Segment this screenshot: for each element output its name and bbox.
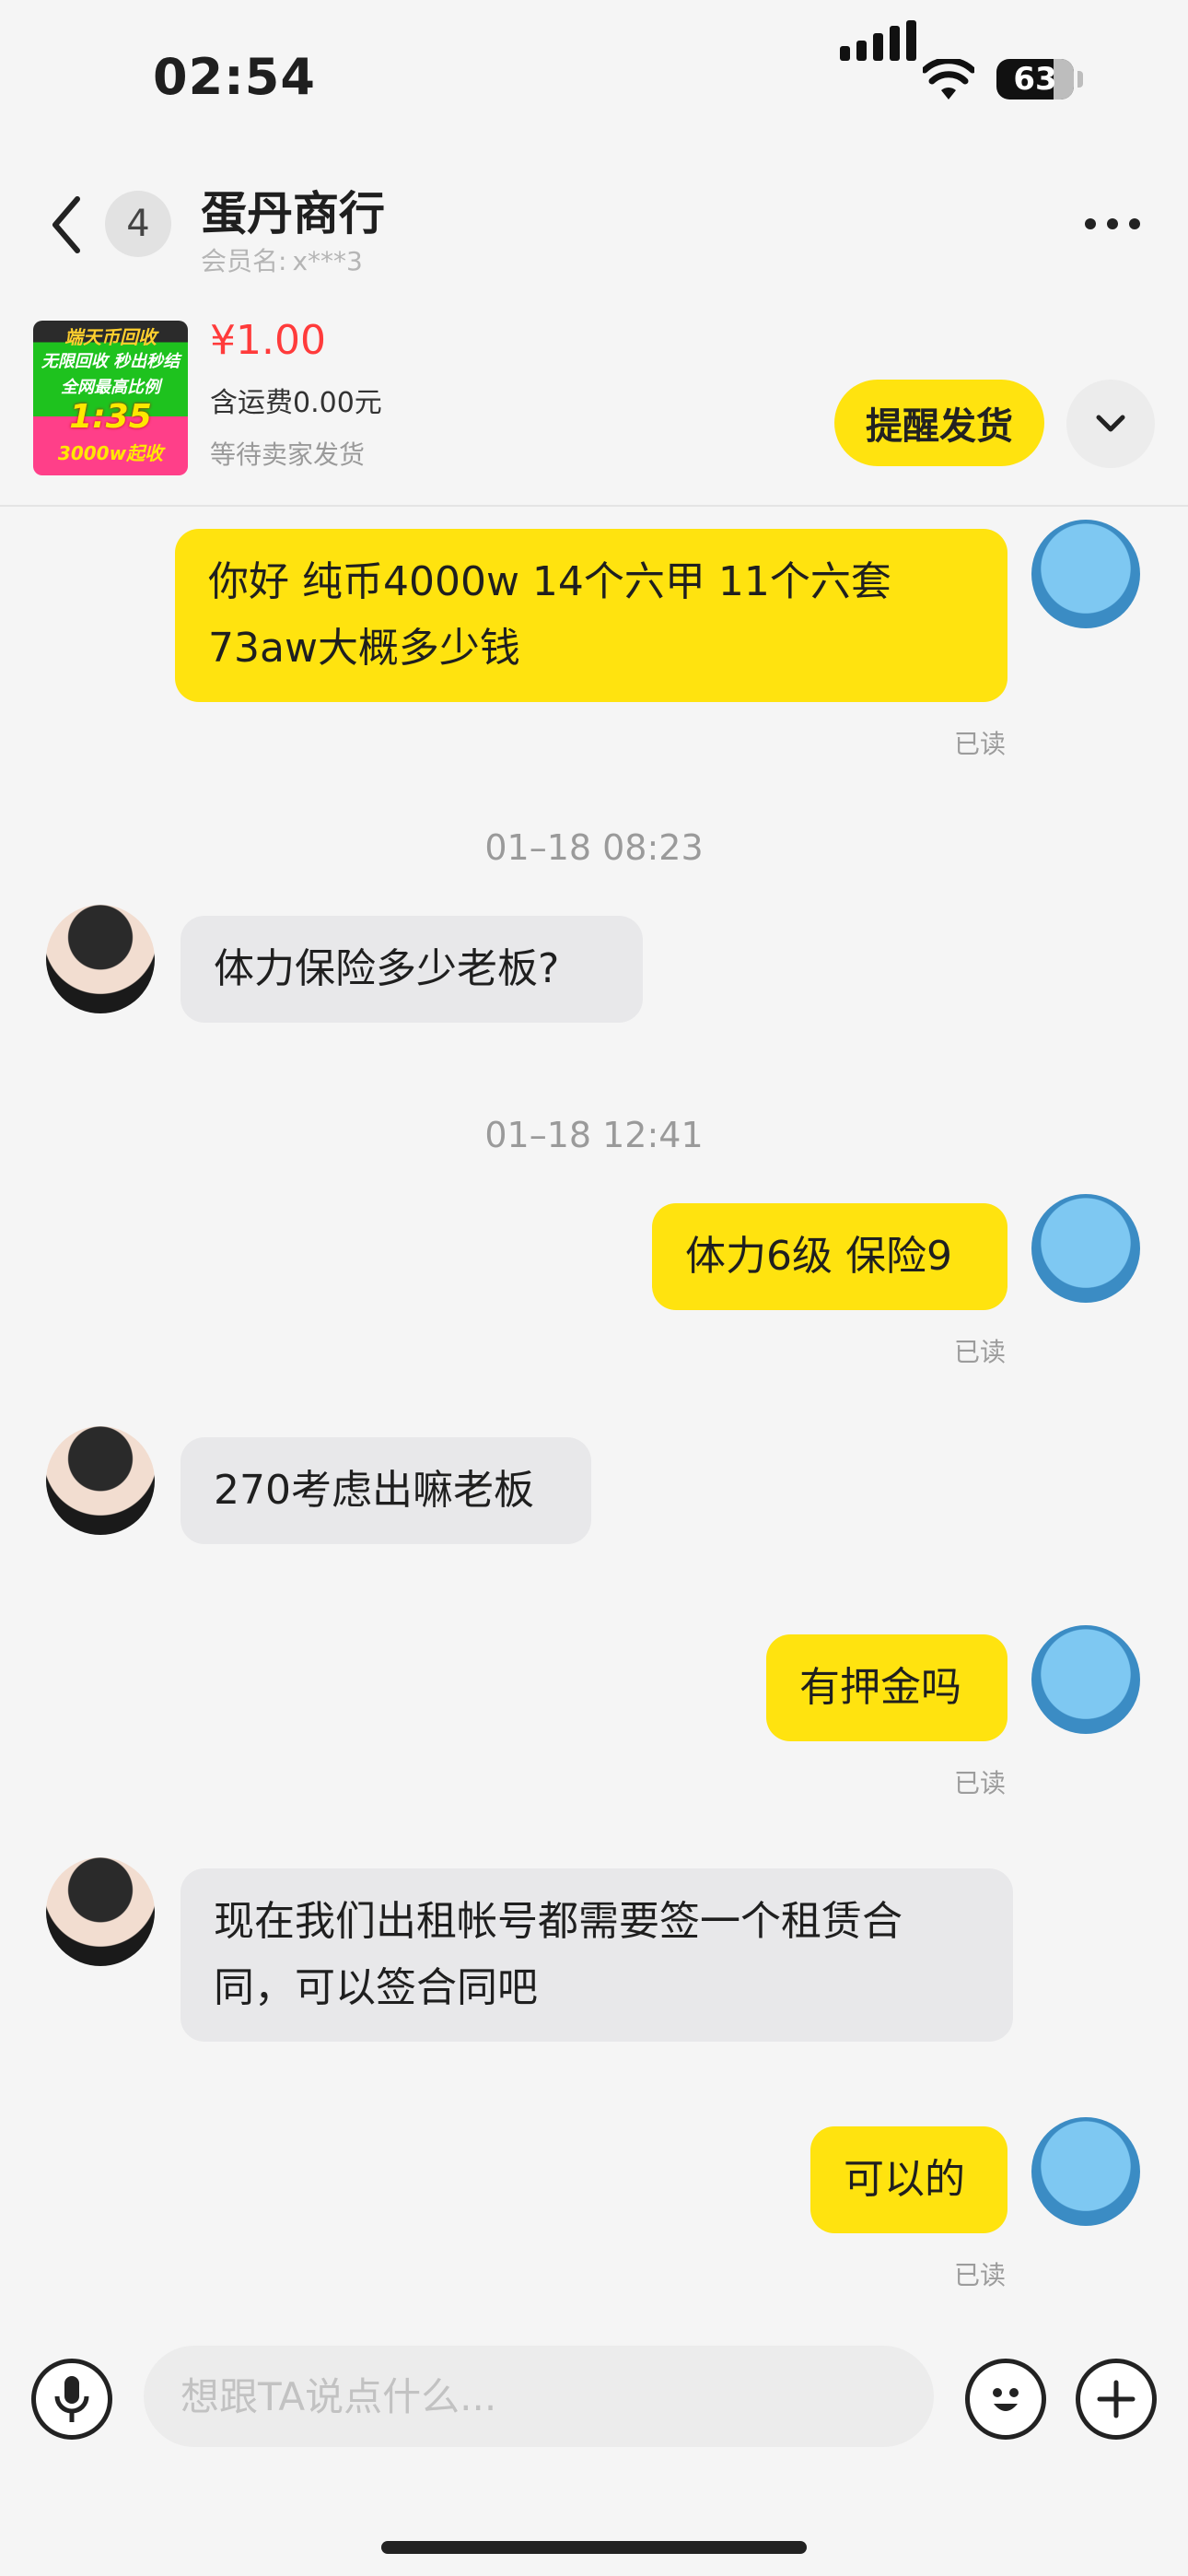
home-indicator bbox=[381, 2541, 807, 2554]
timestamp: 01–18 08:23 bbox=[484, 827, 704, 868]
battery-cap bbox=[1077, 71, 1083, 88]
remind-ship-button[interactable]: 提醒发货 bbox=[834, 380, 1044, 466]
product-price: ¥1.00 bbox=[210, 317, 326, 364]
more-icon[interactable] bbox=[1085, 216, 1151, 233]
microphone-icon bbox=[54, 2376, 89, 2422]
message-bubble-mine[interactable]: 有押金吗 bbox=[766, 1634, 1007, 1741]
chevron-down-icon bbox=[1096, 415, 1125, 432]
my-avatar[interactable] bbox=[1031, 1194, 1140, 1303]
seller-avatar[interactable] bbox=[46, 905, 155, 1013]
thumb-text-2: 无限回收 秒出秒结 bbox=[41, 352, 181, 371]
battery-icon: 63 bbox=[996, 59, 1074, 100]
message-bubble-mine[interactable]: 可以的 bbox=[810, 2126, 1007, 2233]
voice-button[interactable] bbox=[31, 2359, 112, 2440]
read-status: 已读 bbox=[954, 729, 1007, 759]
message-bubble-mine[interactable]: 你好 纯币4000w 14个六甲 11个六套 73aw大概多少钱 bbox=[175, 529, 1007, 702]
battery-level: 63 bbox=[1013, 61, 1057, 98]
expand-button[interactable] bbox=[1066, 380, 1155, 468]
unread-count-badge[interactable]: 4 bbox=[105, 191, 171, 257]
wifi-icon bbox=[923, 59, 974, 100]
message-bubble-theirs[interactable]: 270考虑出嘛老板 bbox=[181, 1437, 591, 1544]
read-status: 已读 bbox=[954, 1768, 1007, 1798]
plus-icon bbox=[1097, 2380, 1136, 2418]
order-status: 等待卖家发货 bbox=[210, 439, 366, 470]
my-avatar[interactable] bbox=[1031, 520, 1140, 628]
shop-name: 蛋丹商行 bbox=[201, 187, 385, 240]
member-name: 会员名: x***3 bbox=[201, 241, 363, 278]
my-avatar[interactable] bbox=[1031, 1625, 1140, 1734]
seller-avatar[interactable] bbox=[46, 1426, 155, 1535]
shipping-fee: 含运费0.00元 bbox=[210, 387, 382, 419]
member-value: x***3 bbox=[292, 246, 363, 276]
thumb-text-1: 端天币回收 bbox=[64, 326, 157, 348]
chevron-left-icon[interactable] bbox=[48, 195, 85, 254]
product-thumbnail[interactable]: 端天币回收 无限回收 秒出秒结 全网最高比例 1:35 3000w起收 bbox=[33, 321, 188, 475]
message-input[interactable] bbox=[144, 2346, 934, 2447]
status-time: 02:54 bbox=[153, 48, 316, 106]
timestamp: 01–18 12:41 bbox=[484, 1115, 704, 1155]
emoji-button[interactable] bbox=[965, 2359, 1046, 2440]
read-status: 已读 bbox=[954, 1337, 1007, 1367]
status-bar: 02:54 63 bbox=[0, 0, 1188, 157]
message-bubble-mine[interactable]: 体力6级 保险9 bbox=[652, 1203, 1007, 1310]
my-avatar[interactable] bbox=[1031, 2117, 1140, 2226]
add-button[interactable] bbox=[1076, 2359, 1157, 2440]
thumb-text-3: 全网最高比例 bbox=[61, 378, 160, 397]
read-status: 已读 bbox=[954, 2260, 1007, 2290]
message-bubble-theirs[interactable]: 现在我们出租帐号都需要签一个租赁合同，可以签合同吧 bbox=[181, 1868, 1013, 2042]
message-bubble-theirs[interactable]: 体力保险多少老板? bbox=[181, 916, 643, 1023]
seller-avatar[interactable] bbox=[46, 1857, 155, 1966]
thumb-text-5: 3000w起收 bbox=[57, 442, 164, 464]
member-label: 会员名: bbox=[201, 246, 287, 276]
thumb-text-4: 1:35 bbox=[69, 398, 152, 436]
smiley-icon bbox=[993, 2388, 1019, 2411]
